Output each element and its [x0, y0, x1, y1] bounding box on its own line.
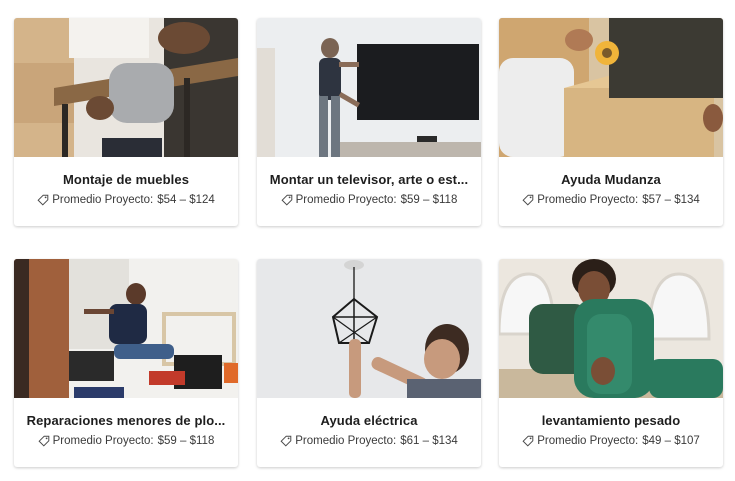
category-image-heavy-lifting: [499, 259, 723, 398]
price-label: Promedio Proyecto:: [537, 194, 639, 206]
category-card-tv-mounting[interactable]: Montar un televisor, arte o est... Prome…: [257, 18, 481, 226]
price-label: Promedio Proyecto:: [52, 194, 154, 206]
category-image-electrical-help: [257, 259, 481, 398]
category-card-furniture-assembly[interactable]: Montaje de muebles Promedio Proyecto: $5…: [14, 18, 238, 226]
category-image-furniture-assembly: [14, 18, 238, 157]
category-image-tv-mounting: [257, 18, 481, 157]
category-card-heavy-lifting[interactable]: levantamiento pesado Promedio Proyecto: …: [499, 259, 723, 467]
category-title: Montar un televisor, arte o est...: [269, 172, 469, 187]
category-title: Ayuda Mudanza: [561, 172, 661, 187]
price-tag-icon: [37, 194, 49, 206]
price-range: $49 – $107: [642, 435, 700, 447]
price-tag-icon: [281, 194, 293, 206]
price-label: Promedio Proyecto:: [537, 435, 639, 447]
price-tag-icon: [522, 435, 534, 447]
price-estimate: Promedio Proyecto: $59 – $118: [14, 435, 238, 447]
category-title: Reparaciones menores de plo...: [26, 413, 226, 428]
price-tag-icon: [280, 435, 292, 447]
category-card-moving-help[interactable]: Ayuda Mudanza Promedio Proyecto: $57 – $…: [499, 18, 723, 226]
price-estimate: Promedio Proyecto: $57 – $134: [499, 194, 723, 206]
price-range: $57 – $134: [642, 194, 700, 206]
category-card-electrical-help[interactable]: Ayuda eléctrica Promedio Proyecto: $61 –…: [257, 259, 481, 467]
price-tag-icon: [38, 435, 50, 447]
price-label: Promedio Proyecto:: [295, 194, 397, 206]
price-range: $61 – $134: [400, 435, 458, 447]
price-estimate: Promedio Proyecto: $61 – $134: [257, 435, 481, 447]
price-estimate: Promedio Proyecto: $54 – $124: [14, 194, 238, 206]
category-title: levantamiento pesado: [541, 413, 681, 428]
price-range: $59 – $118: [157, 435, 215, 447]
price-tag-icon: [522, 194, 534, 206]
category-image-moving-help: [499, 18, 723, 157]
price-range: $59 – $118: [400, 194, 458, 206]
task-category-grid: Montaje de muebles Promedio Proyecto: $5…: [0, 0, 735, 481]
price-label: Promedio Proyecto:: [295, 435, 397, 447]
category-card-plumbing-repairs[interactable]: Reparaciones menores de plo... Promedio …: [14, 259, 238, 467]
category-title: Montaje de muebles: [62, 172, 190, 187]
category-image-plumbing-repairs: [14, 259, 238, 398]
category-title: Ayuda eléctrica: [320, 413, 418, 428]
price-estimate: Promedio Proyecto: $49 – $107: [499, 435, 723, 447]
price-estimate: Promedio Proyecto: $59 – $118: [257, 194, 481, 206]
price-label: Promedio Proyecto:: [52, 435, 154, 447]
price-range: $54 – $124: [157, 194, 215, 206]
